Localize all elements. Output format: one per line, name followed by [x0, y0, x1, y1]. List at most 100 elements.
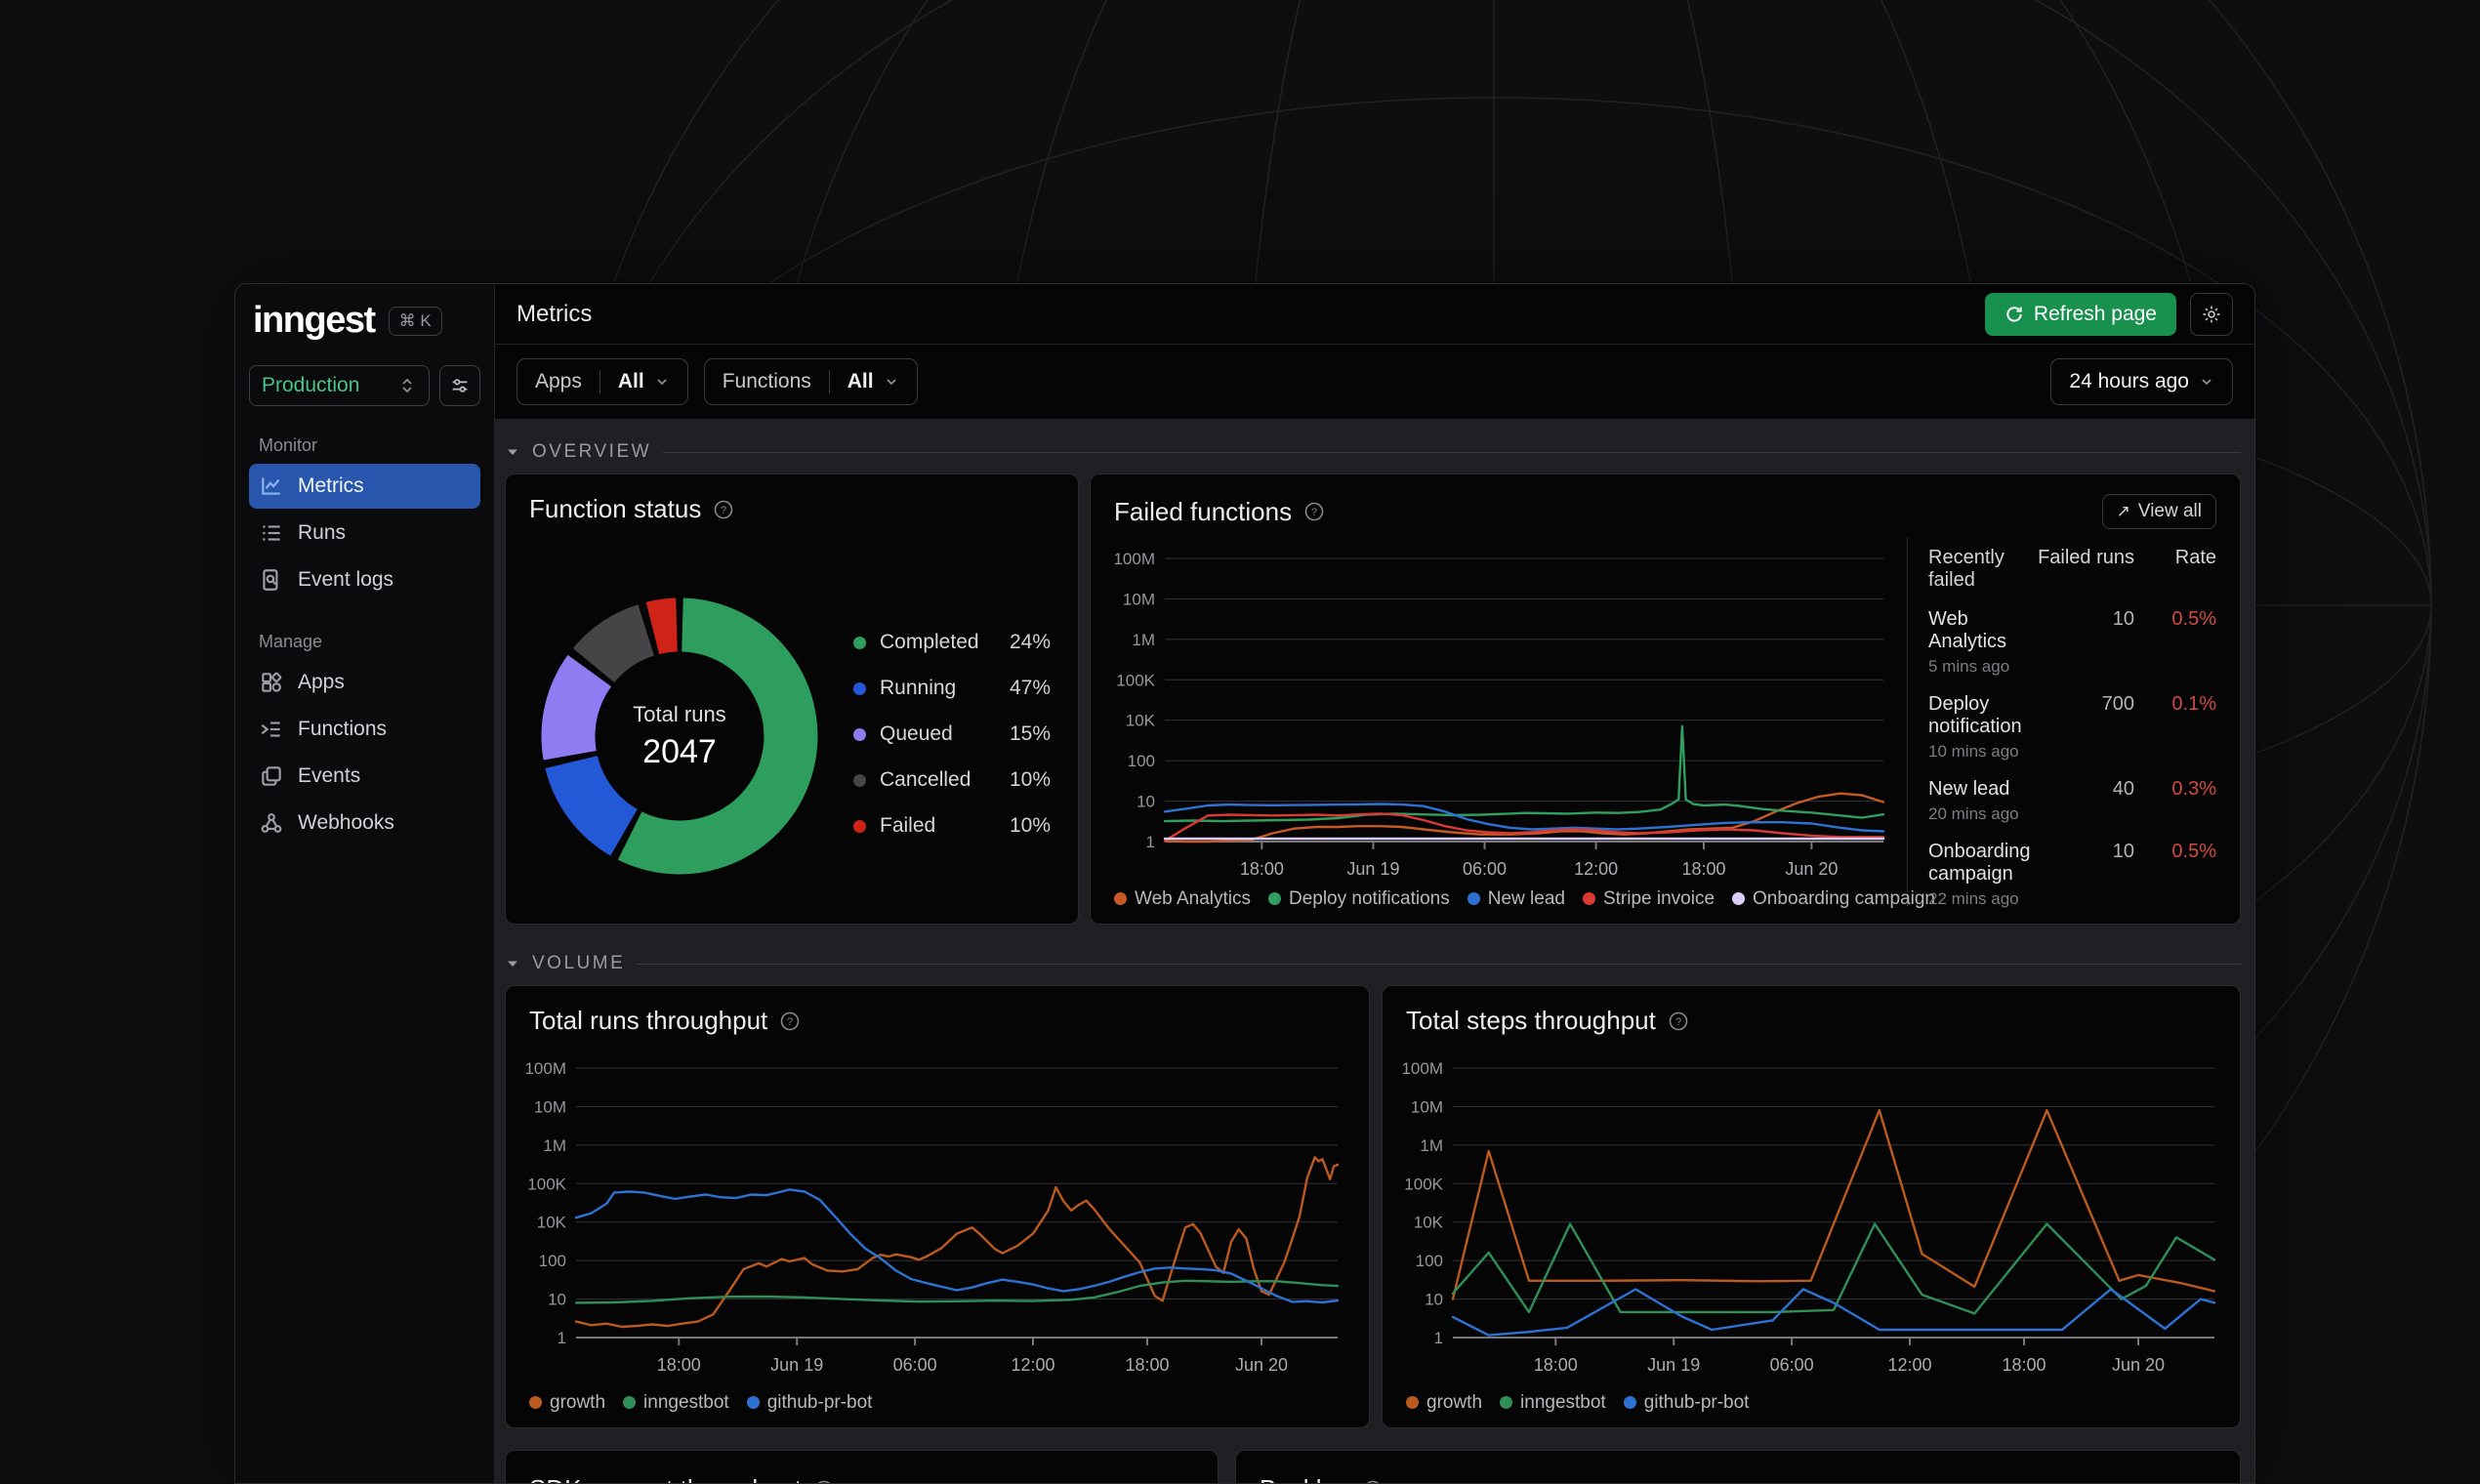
- functions-filter-label: Functions: [722, 370, 811, 392]
- svg-text:1: 1: [1146, 833, 1155, 851]
- donut-center-value: 2047: [642, 732, 717, 770]
- dashboard-window: inngest ⌘ K Production Monitor Metrics R…: [234, 283, 2255, 1484]
- top-bar: Metrics Refresh page: [495, 284, 2254, 345]
- settings-button[interactable]: [2190, 292, 2233, 336]
- svg-text:06:00: 06:00: [1770, 1355, 1814, 1375]
- legend-item[interactable]: Stripe invoice: [1582, 888, 1715, 910]
- svg-text:10M: 10M: [534, 1097, 566, 1116]
- environment-selector[interactable]: Production: [249, 365, 430, 406]
- chevron-down-icon: [2202, 379, 2211, 386]
- sidebar-item-metrics[interactable]: Metrics: [249, 464, 480, 509]
- svg-text:10M: 10M: [1411, 1097, 1443, 1116]
- svg-text:10K: 10K: [1126, 712, 1156, 730]
- sidebar-item-apps[interactable]: Apps: [249, 660, 480, 705]
- total-steps-chart-legend: growth inngestbot github-pr-bot: [1406, 1392, 1766, 1415]
- sidebar-item-runs[interactable]: Runs: [249, 511, 480, 556]
- help-icon[interactable]: ?: [779, 1010, 801, 1032]
- sidebar-item-label: Runs: [298, 521, 347, 544]
- failed-functions-chart: 100M 10M 1M 100K 10K 100 10 1 18:00 Jun 19 06:00 12…: [1113, 550, 1885, 879]
- monitor-section-label: Monitor: [259, 435, 318, 455]
- legend-item[interactable]: growth: [1406, 1392, 1482, 1414]
- svg-text:18:00: 18:00: [1534, 1355, 1578, 1375]
- legend-item[interactable]: Onboarding campaign: [1732, 888, 1935, 910]
- svg-text:100K: 100K: [527, 1175, 566, 1193]
- legend-item[interactable]: New lead: [1467, 888, 1565, 910]
- sdk-request-throughput-card: SDK request throughput ?: [505, 1450, 1219, 1483]
- svg-text:100M: 100M: [1113, 550, 1155, 568]
- total-steps-chart: 100M 10M 1M 100K 10K 100 10 1 18:00 Jun 19 06:00 12…: [1401, 1059, 2216, 1375]
- failed-functions-card: Failed functions ? ↗ View all 100M 10M 1M 1…: [1090, 474, 2241, 925]
- legend-item[interactable]: Deploy notifications: [1267, 888, 1450, 910]
- help-icon[interactable]: ?: [713, 499, 734, 520]
- table-row[interactable]: Web Analytics 5 mins ago 10 0.5%: [1928, 608, 2216, 677]
- legend-item[interactable]: github-pr-bot: [1623, 1392, 1749, 1414]
- table-header: Recently failed: [1928, 547, 2005, 591]
- total-runs-chart-legend: growth inngestbot github-pr-bot: [529, 1392, 889, 1415]
- svg-text:Jun 19: Jun 19: [1346, 859, 1399, 879]
- svg-text:1: 1: [1434, 1329, 1443, 1347]
- manage-section-label: Manage: [259, 632, 323, 651]
- total-steps-title: Total steps throughput: [1406, 1006, 1656, 1035]
- apps-filter[interactable]: Apps All: [517, 358, 688, 405]
- overview-section-label: OVERVIEW: [532, 441, 652, 462]
- overview-section-header[interactable]: OVERVIEW: [505, 438, 2241, 466]
- svg-text:?: ?: [1311, 507, 1317, 518]
- sidebar-item-webhooks[interactable]: Webhooks: [249, 801, 480, 845]
- failed-functions-title: Failed functions: [1114, 496, 1293, 526]
- legend-item[interactable]: Failed 10%: [853, 814, 1051, 838]
- runs-list-icon: [263, 525, 280, 541]
- svg-text:1M: 1M: [543, 1136, 566, 1155]
- refresh-page-label: Refresh page: [2033, 302, 2157, 325]
- svg-text:1: 1: [558, 1329, 566, 1347]
- svg-text:18:00: 18:00: [1125, 1355, 1169, 1375]
- legend-item[interactable]: inngestbot: [623, 1392, 729, 1414]
- legend-item[interactable]: Running 47%: [853, 677, 1051, 700]
- table-row[interactable]: Deploy notification 10 mins ago 700 0.1%: [1928, 693, 2216, 762]
- refresh-page-button[interactable]: Refresh page: [1984, 292, 2176, 336]
- chart-line-icon: [262, 477, 280, 495]
- legend-item[interactable]: github-pr-bot: [746, 1392, 872, 1414]
- svg-text:?: ?: [787, 1016, 793, 1028]
- caret-down-icon: [508, 449, 517, 455]
- help-icon[interactable]: ?: [1362, 1479, 1384, 1484]
- time-range-selector[interactable]: 24 hours ago: [2050, 358, 2233, 405]
- main-area: Metrics Refresh page Apps All Functions …: [495, 284, 2254, 1483]
- functions-filter[interactable]: Functions All: [703, 358, 918, 405]
- environment-filter-button[interactable]: [439, 365, 480, 406]
- donut-center-label: Total runs: [633, 701, 726, 726]
- refresh-icon: [2006, 306, 2022, 322]
- card-divider: [1907, 537, 1908, 906]
- table-row[interactable]: New lead 20 mins ago 40 0.3%: [1928, 778, 2216, 824]
- svg-text:1M: 1M: [1420, 1136, 1443, 1155]
- sidebar-item-label: Apps: [298, 671, 345, 693]
- view-all-button[interactable]: ↗ View all: [2101, 494, 2216, 529]
- filter-bar: Apps All Functions All 24 hours ago: [495, 345, 2254, 419]
- volume-section-header[interactable]: VOLUME: [505, 950, 2241, 977]
- document-search-icon: [263, 569, 278, 591]
- sidebar-item-functions[interactable]: Functions: [249, 707, 480, 752]
- legend-item[interactable]: Web Analytics: [1114, 888, 1251, 910]
- chevron-down-icon: [886, 379, 896, 386]
- page-title: Metrics: [517, 300, 593, 327]
- help-icon[interactable]: ?: [1668, 1010, 1689, 1032]
- chevron-down-icon: [657, 379, 667, 386]
- table-row[interactable]: Onboarding campaign 22 mins ago 10 0.5%: [1928, 841, 2216, 909]
- legend-item[interactable]: Cancelled 10%: [853, 768, 1051, 792]
- external-arrow-icon: ↗: [2116, 502, 2130, 520]
- time-range-value: 24 hours ago: [2069, 370, 2189, 392]
- help-icon[interactable]: ?: [1303, 501, 1325, 522]
- svg-text:18:00: 18:00: [2002, 1355, 2046, 1375]
- help-icon[interactable]: ?: [813, 1479, 835, 1484]
- sidebar-item-event-logs[interactable]: Event logs: [249, 557, 480, 602]
- sidebar-item-events[interactable]: Events: [249, 754, 480, 799]
- svg-text:10: 10: [1137, 793, 1155, 811]
- svg-text:12:00: 12:00: [1574, 859, 1618, 879]
- svg-text:100K: 100K: [1116, 671, 1155, 689]
- view-all-label: View all: [2137, 501, 2202, 521]
- legend-item[interactable]: growth: [529, 1392, 605, 1414]
- inngest-logo: inngest: [253, 300, 376, 341]
- legend-item[interactable]: Completed 24%: [853, 631, 1051, 654]
- legend-item[interactable]: inngestbot: [1500, 1392, 1606, 1414]
- function-status-legend: Completed 24% Running 47% Queued 15% Cancelled…: [853, 631, 1051, 838]
- legend-item[interactable]: Queued 15%: [853, 722, 1051, 746]
